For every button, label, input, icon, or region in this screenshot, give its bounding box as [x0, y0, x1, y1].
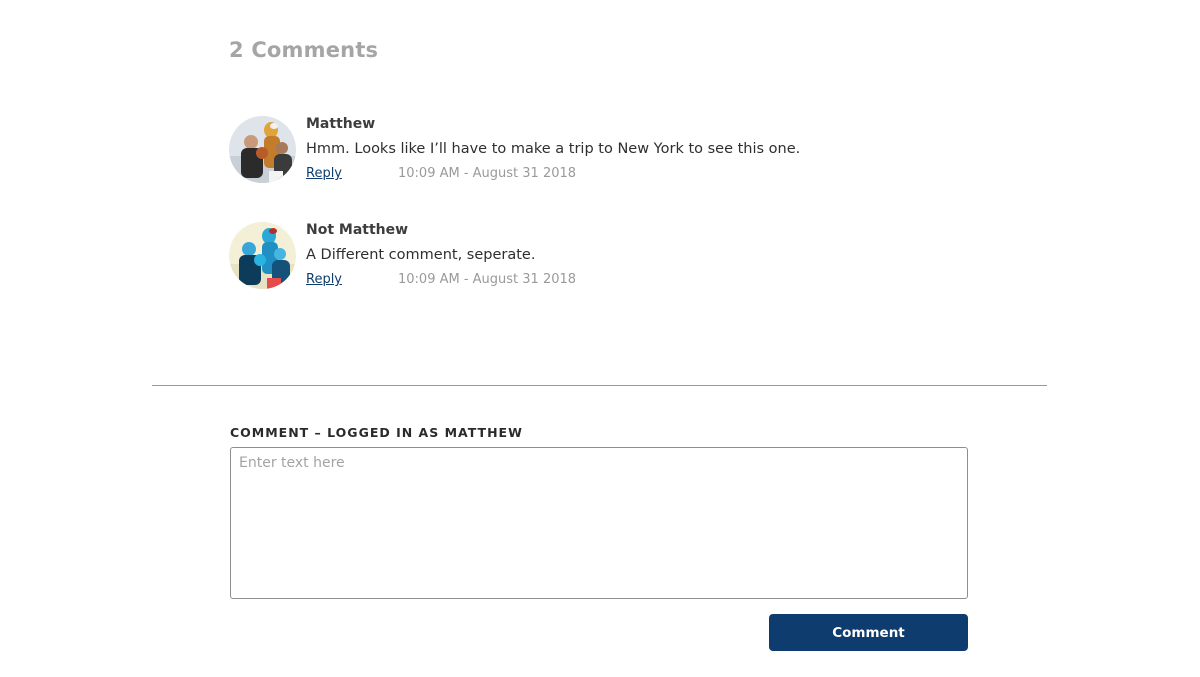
submit-comment-button[interactable]: Comment [769, 614, 968, 651]
user-avatar-photo-icon [229, 116, 296, 183]
comments-count-heading: 2 Comments [229, 38, 379, 62]
reply-link[interactable]: Reply [306, 272, 342, 287]
comment-text: Hmm. Looks like I’ll have to make a trip… [306, 141, 801, 157]
section-divider [152, 385, 1047, 386]
comment-form-label: COMMENT – LOGGED IN AS MATTHEW [230, 425, 523, 440]
comment-text: A Different comment, seperate. [306, 247, 536, 263]
comment-item: Matthew Hmm. Looks like I’ll have to mak… [229, 114, 969, 184]
comment-author: Matthew [306, 116, 376, 132]
avatar [229, 116, 296, 183]
comment-timestamp: 10:09 AM - August 31 2018 [398, 166, 577, 181]
user-avatar-photo-blue-tint-icon [229, 222, 296, 289]
comment-author: Not Matthew [306, 222, 409, 238]
avatar [229, 222, 296, 289]
comment-textarea[interactable] [230, 447, 968, 599]
comments-page: 2 Comments Matthew Hmm. Looks like I’ll … [0, 0, 1200, 677]
reply-link[interactable]: Reply [306, 166, 342, 181]
comment-item: Not Matthew A Different comment, seperat… [229, 220, 969, 290]
comment-timestamp: 10:09 AM - August 31 2018 [398, 272, 577, 287]
